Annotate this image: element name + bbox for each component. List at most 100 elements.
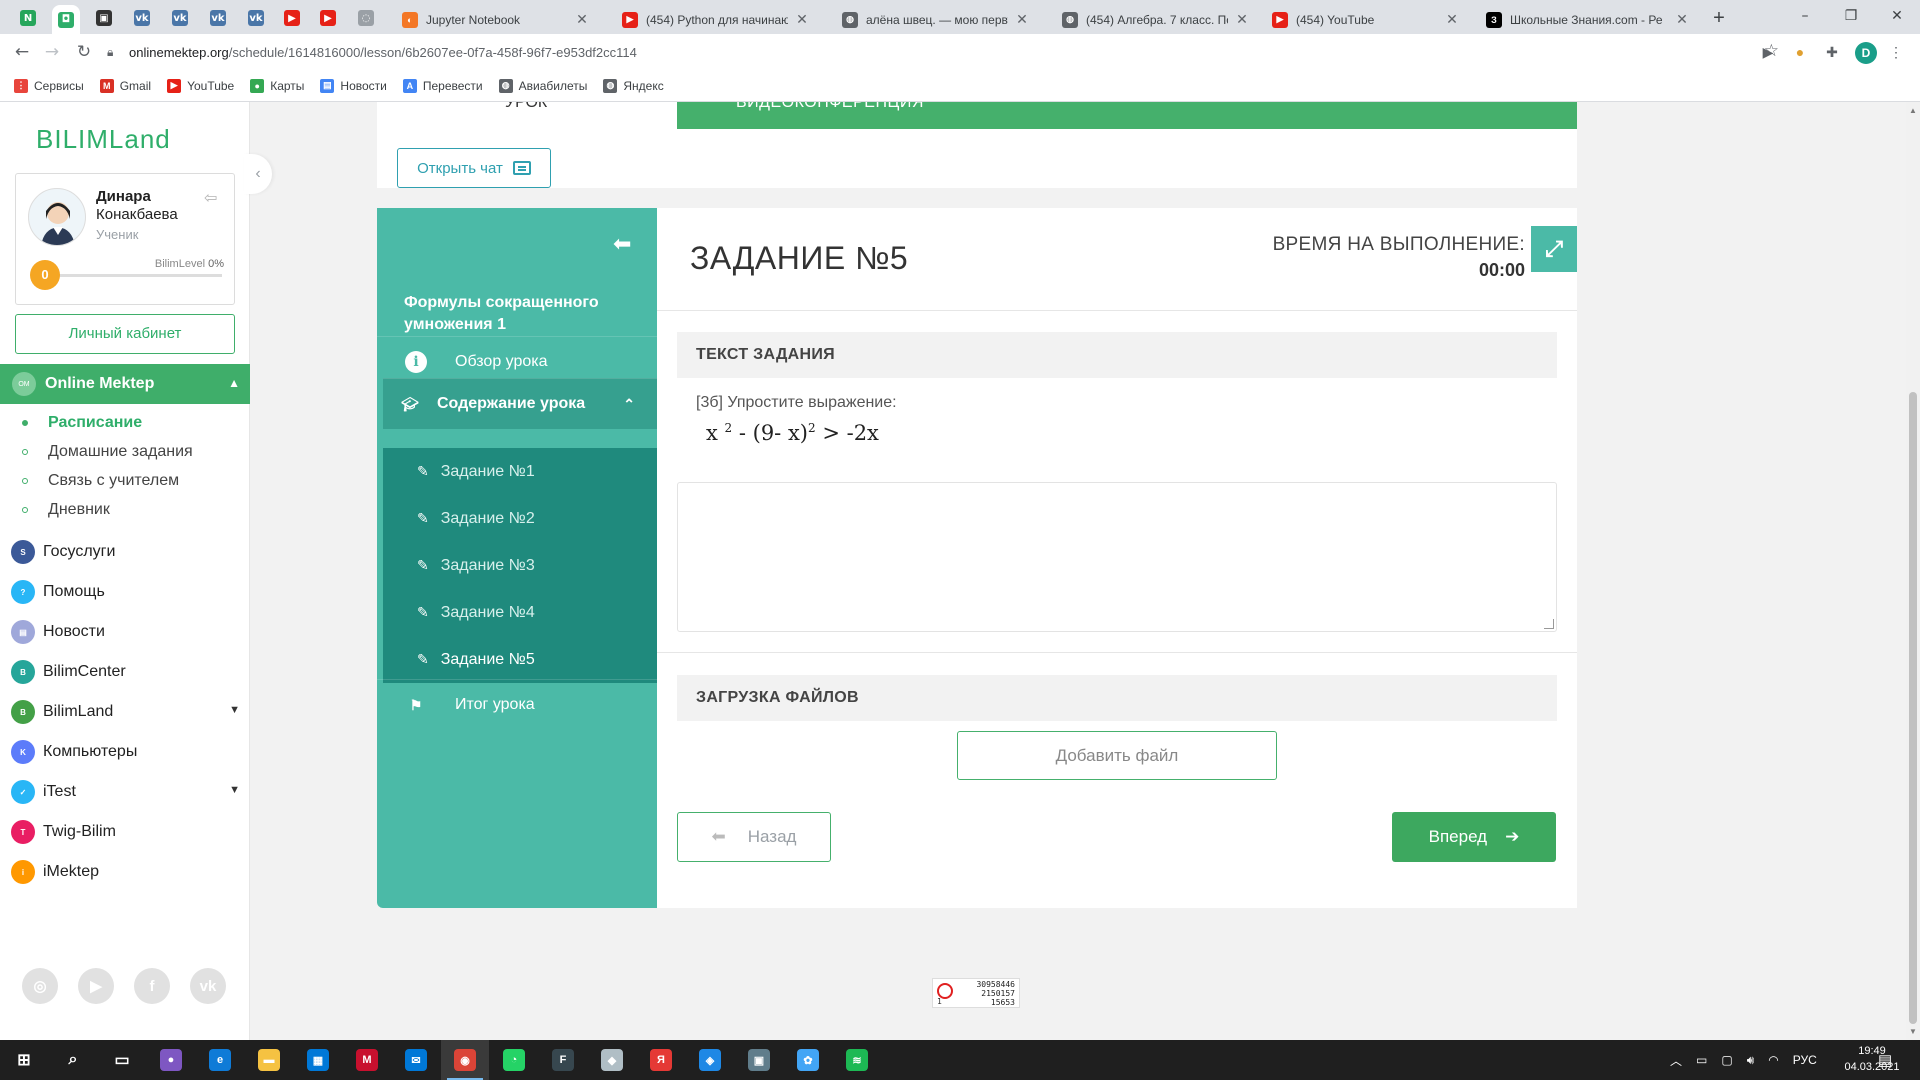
browser-tab[interactable]: ▶ (454) Python для начинающ ✕ (612, 5, 820, 34)
close-tab-icon[interactable]: ✕ (1234, 11, 1250, 28)
cookie-extension-icon[interactable]: ● (1790, 42, 1810, 62)
submenu-item[interactable]: Дневник (0, 495, 250, 524)
logout-icon[interactable]: ⇦ (204, 188, 217, 208)
submenu-item[interactable]: Домашние задания (0, 437, 250, 466)
taskbar-item[interactable]: ▣ (735, 1040, 783, 1080)
close-tab-icon[interactable]: ✕ (1444, 11, 1460, 28)
lesson-summary-item[interactable]: ⚑ Итог урока (377, 679, 657, 730)
chrome-menu-icon[interactable]: ⋮ (1886, 42, 1906, 62)
maximize-button[interactable]: ❐ (1828, 0, 1874, 32)
scroll-down-icon[interactable]: ▼ (1909, 1027, 1917, 1036)
taskbar-item[interactable]: ◈ (686, 1040, 734, 1080)
bilimland-logo[interactable]: BILIMLand (36, 124, 171, 155)
profile-avatar[interactable]: D (1855, 42, 1877, 64)
taskbar-item[interactable]: ◉ (441, 1040, 489, 1080)
back-button[interactable]: ⬅ Назад (677, 812, 831, 862)
bookmark-item[interactable]: A Перевести (402, 78, 483, 93)
taskbar-item[interactable]: ⊞ (0, 1040, 48, 1080)
collapse-sidebar-button[interactable]: ‹ (244, 154, 272, 194)
browser-tab[interactable]: ◐ Jupyter Notebook ✕ (392, 5, 600, 34)
service-item[interactable]: S Госуслуги (0, 532, 250, 572)
pinned-tab[interactable]: ▶ (314, 5, 342, 31)
browser-tab[interactable]: З Школьные Знания.com - Ре ✕ (1476, 5, 1700, 34)
taskbar-item[interactable]: ⌕ (49, 1040, 97, 1080)
service-item[interactable]: i iMektep (0, 852, 250, 892)
bookmark-item[interactable]: ◍ Авиабилеты (498, 78, 587, 93)
add-file-button[interactable]: Добавить файл (957, 731, 1277, 780)
tray-chevron-up-icon[interactable]: ︿ (1670, 1052, 1682, 1069)
resize-handle-icon[interactable] (1544, 619, 1554, 629)
task-nav-item[interactable]: ✎ Задание №4 (383, 589, 657, 636)
service-item[interactable]: ? Помощь (0, 572, 250, 612)
personal-cabinet-button[interactable]: Личный кабинет (15, 314, 235, 354)
network-icon[interactable]: ▢ (1721, 1053, 1732, 1067)
reload-icon[interactable]: ↻ (72, 40, 96, 64)
submenu-item[interactable]: Расписание (0, 408, 250, 437)
taskbar-item[interactable]: ✉ (392, 1040, 440, 1080)
open-chat-button[interactable]: Открыть чат (397, 148, 551, 188)
lesson-content-section[interactable]: 🎓︎ Содержание урока ⌃ (383, 378, 657, 429)
taskbar-item[interactable]: M (343, 1040, 391, 1080)
pinned-tab[interactable]: ▶ (278, 5, 306, 31)
urok-tab[interactable]: УРОК (505, 102, 547, 112)
service-item[interactable]: K Компьютеры (0, 732, 250, 772)
language-indicator[interactable]: РУС (1793, 1053, 1817, 1067)
browser-tab[interactable]: ▶ (454) YouTube ✕ (1262, 5, 1470, 34)
service-item[interactable]: ✓ iTest ▼ (0, 772, 250, 812)
submenu-item[interactable]: Связь с учителем (0, 466, 250, 495)
bookmark-item[interactable]: ◍ Яндекс (603, 78, 664, 93)
play-extension-icon[interactable]: ▶ (1758, 42, 1778, 62)
taskbar-item[interactable]: ▬ (245, 1040, 293, 1080)
taskbar-item[interactable]: ≋ (833, 1040, 881, 1080)
taskbar-item[interactable]: e (196, 1040, 244, 1080)
task-nav-item[interactable]: ✎ Задание №3 (383, 542, 657, 589)
youtube-icon[interactable]: ▶ (78, 968, 114, 1004)
close-tab-icon[interactable]: ✕ (574, 11, 590, 28)
page-scrollbar[interactable]: ▲ ▼ (1906, 102, 1920, 1040)
battery-icon[interactable]: ▭ (1696, 1053, 1707, 1067)
visitor-counter[interactable]: 30958446 2150157 15653 1 (932, 978, 1020, 1008)
answer-textarea[interactable] (677, 482, 1557, 632)
taskbar-item[interactable]: ▦ (294, 1040, 342, 1080)
task-nav-item[interactable]: ✎ Задание №1 (383, 448, 657, 495)
notifications-icon[interactable]: ▤ (1878, 1040, 1892, 1080)
pinned-tab[interactable]: vk (166, 5, 194, 31)
service-item[interactable]: ▤ Новости (0, 612, 250, 652)
clock[interactable]: 19:49 04.03.2021 (1842, 1043, 1902, 1075)
back-arrow-icon[interactable]: ⬅ (613, 232, 631, 257)
taskbar-item[interactable]: ● (147, 1040, 195, 1080)
facebook-icon[interactable]: f (134, 968, 170, 1004)
bookmark-item[interactable]: M Gmail (99, 78, 151, 93)
pinned-tab[interactable]: vk (128, 5, 156, 31)
pinned-tab[interactable]: ◌ (352, 5, 380, 31)
pinned-tab[interactable]: vk (204, 5, 232, 31)
fullscreen-expand-icon[interactable]: ⤢ (1531, 226, 1577, 272)
volume-icon[interactable]: 🔊︎ (1747, 1053, 1755, 1068)
vk-icon[interactable]: vk (190, 968, 226, 1004)
scroll-up-icon[interactable]: ▲ (1909, 106, 1917, 115)
menu-online-mektep[interactable]: OM Online Mektep ▲ (0, 364, 250, 404)
extensions-puzzle-icon[interactable]: ✚ (1822, 42, 1842, 62)
taskbar-item[interactable]: ◆ (588, 1040, 636, 1080)
pinned-tab[interactable]: ▣ (90, 5, 118, 31)
avatar[interactable] (28, 188, 86, 246)
bookmark-item[interactable]: ▤ Новости (320, 78, 387, 93)
browser-tab[interactable]: ◍ алёна швец. — мою первую ✕ (832, 5, 1040, 34)
close-tab-icon[interactable]: ✕ (1014, 11, 1030, 28)
close-tab-icon[interactable]: ✕ (1674, 11, 1690, 28)
close-tab-icon[interactable]: ✕ (794, 11, 810, 28)
new-tab-button[interactable]: + (1708, 8, 1730, 30)
back-arrow-icon[interactable]: ← (10, 40, 34, 64)
taskbar-item[interactable]: F (539, 1040, 587, 1080)
taskbar-item[interactable]: ▭ (98, 1040, 146, 1080)
service-item[interactable]: B BilimCenter (0, 652, 250, 692)
instagram-icon[interactable]: ◎ (22, 968, 58, 1004)
bookmark-item[interactable]: ⋮ Сервисы (14, 78, 84, 93)
next-button[interactable]: Вперед ➔ (1392, 812, 1556, 862)
pinned-tab[interactable]: vk (242, 5, 270, 31)
bookmark-item[interactable]: ▶ YouTube (167, 78, 234, 93)
forward-arrow-icon[interactable]: → (40, 40, 64, 64)
close-window-button[interactable]: ✕ (1874, 0, 1920, 32)
task-nav-item[interactable]: ✎ Задание №2 (383, 495, 657, 542)
service-item[interactable]: B BilimLand ▼ (0, 692, 250, 732)
